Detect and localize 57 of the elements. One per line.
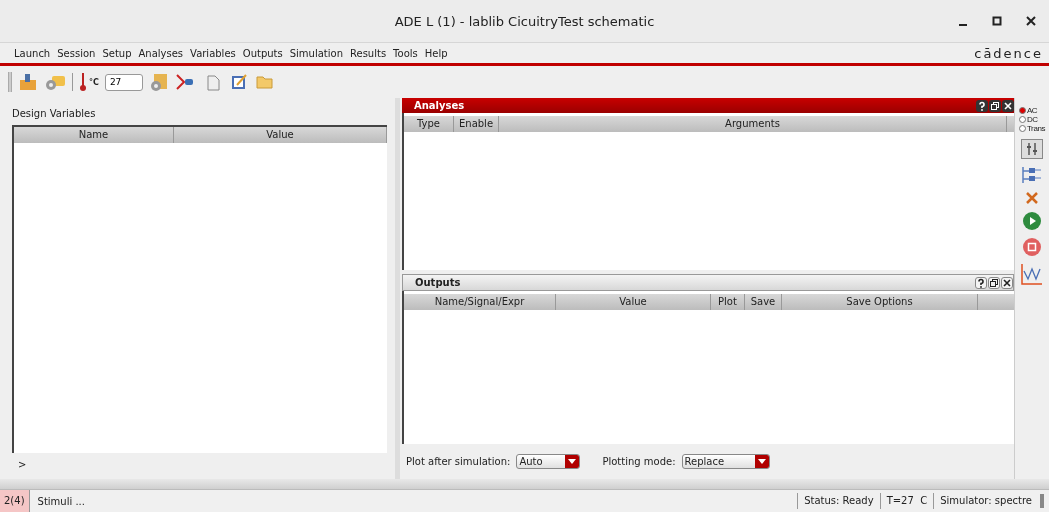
waveform-icon[interactable] <box>1021 263 1043 285</box>
logo: cādence <box>974 45 1043 61</box>
analysis-radio[interactable]: Trans <box>1018 124 1046 133</box>
menu-item[interactable]: Variables <box>190 47 236 59</box>
plot-after-label: Plot after simulation: <box>406 456 511 467</box>
column-header[interactable]: Name/Signal/Expr <box>404 294 556 310</box>
column-header[interactable]: Save <box>745 294 782 310</box>
simulator-text: Simulator: spectre <box>933 493 1038 509</box>
menu-item[interactable]: Results <box>350 47 387 59</box>
plotting-mode-dropdown[interactable]: Replace <box>681 454 770 469</box>
menu-item[interactable]: Analyses <box>138 47 184 59</box>
window-title: ADE L (1) - lablib CicuitryTest schematic <box>394 13 655 29</box>
caret-icon <box>568 459 577 464</box>
cross-icon[interactable] <box>1025 191 1039 205</box>
plot-after-dropdown[interactable]: Auto <box>516 454 581 469</box>
temperature-text: T=27 C <box>879 493 934 509</box>
analysis-radio[interactable]: DC <box>1018 115 1046 124</box>
column-header[interactable]: Value <box>556 294 711 310</box>
run-icon[interactable] <box>1022 211 1042 231</box>
toolbar-grip-icon <box>8 72 12 92</box>
column-header[interactable]: Save Options <box>782 294 978 310</box>
column-header[interactable]: Value <box>174 127 387 143</box>
close-icon[interactable] <box>1025 15 1037 27</box>
panel-title: Analyses <box>414 100 465 111</box>
status-count: 2(4) <box>0 490 30 512</box>
caret-icon <box>757 459 766 464</box>
status-text: Status: Ready <box>797 493 880 509</box>
thermometer-icon <box>79 72 87 92</box>
analysis-radio[interactable]: AC <box>1018 106 1046 115</box>
panel-title: Design Variables <box>12 108 97 119</box>
status-message: Stimuli ... <box>36 495 86 507</box>
menu-item[interactable]: Setup <box>102 47 132 59</box>
column-header[interactable]: Enable <box>454 116 499 132</box>
panel-title: Outputs <box>415 277 461 288</box>
close-icon[interactable] <box>1001 276 1013 289</box>
menu-item[interactable]: Help <box>424 47 448 59</box>
help-icon[interactable] <box>976 99 988 112</box>
column-header[interactable]: Plot <box>711 294 745 310</box>
float-icon[interactable] <box>988 276 1000 289</box>
menu-item[interactable]: Tools <box>393 47 418 59</box>
temperature-unit: °C <box>89 77 99 87</box>
menu-item[interactable]: Simulation <box>289 47 343 59</box>
plotting-mode-label: Plotting mode: <box>602 456 676 467</box>
column-header[interactable]: Type <box>404 116 454 132</box>
column-header[interactable]: Arguments <box>499 116 1007 132</box>
close-icon[interactable] <box>1002 99 1014 112</box>
sliders-icon[interactable] <box>1021 139 1043 159</box>
stop-icon[interactable] <box>1022 237 1042 257</box>
menu-item[interactable]: Launch <box>14 47 51 59</box>
menu-item[interactable]: Session <box>57 47 96 59</box>
expand-arrow[interactable]: > <box>18 459 387 470</box>
float-icon[interactable] <box>989 99 1001 112</box>
temperature-field[interactable]: 27 <box>104 73 143 91</box>
column-header[interactable]: Name <box>14 127 174 143</box>
menu-item[interactable]: Outputs <box>242 47 283 59</box>
help-icon[interactable] <box>975 276 987 289</box>
maximize-icon[interactable] <box>991 15 1003 27</box>
